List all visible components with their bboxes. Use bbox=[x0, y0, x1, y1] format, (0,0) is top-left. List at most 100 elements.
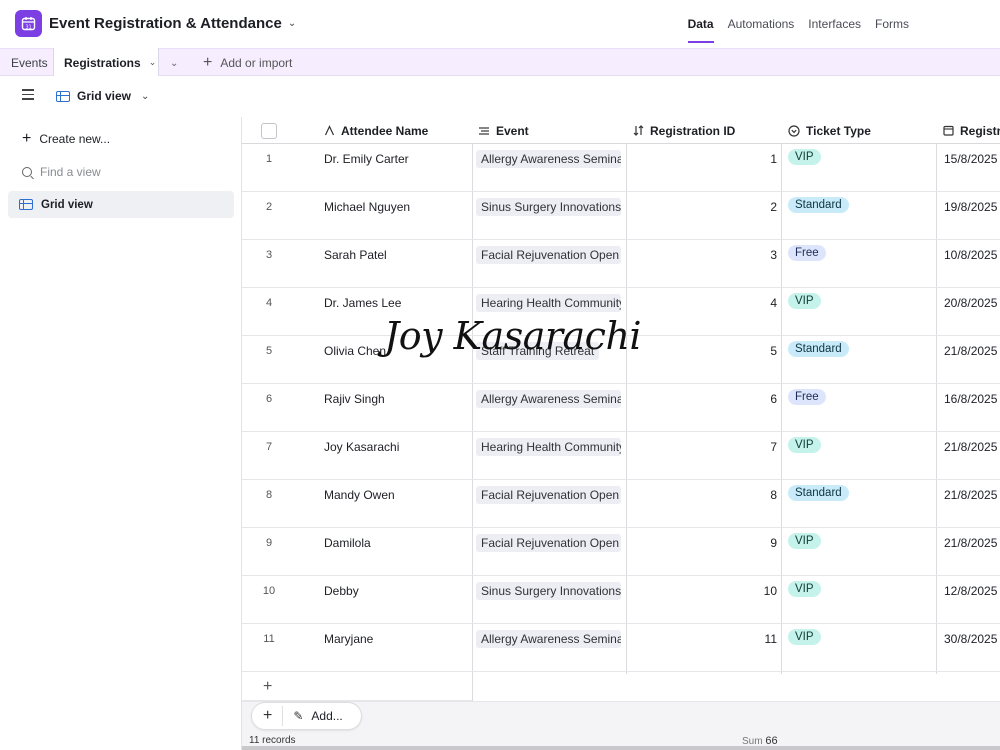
registration-date-cell[interactable]: 21/8/2025 bbox=[944, 480, 1000, 527]
table-row[interactable]: 9 Damilola Facial Rejuvenation Open Ho 9 VIP… bbox=[242, 528, 1000, 576]
registration-date-cell[interactable]: 21/8/2025 bbox=[944, 528, 1000, 575]
registration-id-cell[interactable]: 7 bbox=[628, 432, 777, 479]
column-header-event[interactable]: Event bbox=[478, 117, 529, 144]
attendee-name-cell[interactable]: Dr. James Lee bbox=[324, 288, 469, 335]
linked-event-chip[interactable]: Hearing Health Community D bbox=[476, 294, 621, 312]
create-new-view-button[interactable]: + Create new... bbox=[22, 131, 110, 147]
event-cell[interactable]: Staff Training Retreat bbox=[476, 336, 626, 383]
attendee-name-cell[interactable]: Damilola bbox=[324, 528, 469, 575]
table-row[interactable]: 1 Dr. Emily Carter Allergy Awareness Semin… bbox=[242, 144, 1000, 192]
table-row[interactable]: 2 Michael Nguyen Sinus Surgery Innovations… bbox=[242, 192, 1000, 240]
column-header-registration-id[interactable]: Registration ID bbox=[633, 117, 735, 144]
event-cell[interactable]: Facial Rejuvenation Open Ho bbox=[476, 480, 626, 527]
more-tables-chevron-icon[interactable]: ⌄ bbox=[170, 49, 178, 77]
base-title[interactable]: Event Registration & Attendance ⌄ bbox=[49, 15, 296, 32]
event-cell[interactable]: Sinus Surgery Innovations Wo bbox=[476, 192, 626, 239]
registration-date-cell[interactable]: 15/8/2025 bbox=[944, 144, 1000, 191]
attendee-name-cell[interactable]: Joy Kasarachi bbox=[324, 432, 469, 479]
registration-id-cell[interactable]: 1 bbox=[628, 144, 777, 191]
registration-date-cell[interactable]: 12/8/2025 bbox=[944, 576, 1000, 623]
table-row[interactable]: 11 Maryjane Allergy Awareness Seminar 11 VIP… bbox=[242, 624, 1000, 672]
linked-event-chip[interactable]: Facial Rejuvenation Open Ho bbox=[476, 486, 621, 504]
nav-forms[interactable]: Forms bbox=[875, 17, 909, 43]
column-header-ticket-type[interactable]: Ticket Type bbox=[788, 117, 871, 144]
event-cell[interactable]: Allergy Awareness Seminar bbox=[476, 384, 626, 431]
tab-events[interactable]: Events bbox=[11, 49, 48, 77]
linked-event-chip[interactable]: Sinus Surgery Innovations Wo bbox=[476, 198, 621, 216]
attendee-name-cell[interactable]: Sarah Patel bbox=[324, 240, 469, 287]
registration-date-cell[interactable]: 10/8/2025 bbox=[944, 240, 1000, 287]
column-header-registration-date[interactable]: Registra bbox=[943, 117, 1000, 144]
nav-interfaces[interactable]: Interfaces bbox=[808, 17, 861, 43]
registration-id-cell[interactable]: 5 bbox=[628, 336, 777, 383]
linked-event-chip[interactable]: Allergy Awareness Seminar bbox=[476, 150, 621, 168]
attendee-name-cell[interactable]: Dr. Emily Carter bbox=[324, 144, 469, 191]
add-record-button[interactable]: + ✎ Add... bbox=[251, 702, 362, 730]
linked-event-chip[interactable]: Allergy Awareness Seminar bbox=[476, 630, 621, 648]
nav-data[interactable]: Data bbox=[687, 17, 714, 43]
hamburger-menu-icon[interactable] bbox=[22, 89, 34, 100]
table-row[interactable]: 5 Olivia Chen Staff Training Retreat 5 Stand… bbox=[242, 336, 1000, 384]
attendee-name-cell[interactable]: Rajiv Singh bbox=[324, 384, 469, 431]
registration-id-cell[interactable]: 10 bbox=[628, 576, 777, 623]
ticket-type-cell[interactable]: VIP bbox=[788, 144, 936, 191]
table-row[interactable]: 6 Rajiv Singh Allergy Awareness Seminar 6 Fr… bbox=[242, 384, 1000, 432]
linked-event-chip[interactable]: Hearing Health Community D bbox=[476, 438, 621, 456]
find-view-input[interactable] bbox=[40, 165, 210, 179]
event-cell[interactable]: Facial Rejuvenation Open Ho bbox=[476, 528, 626, 575]
ticket-type-cell[interactable]: Free bbox=[788, 240, 936, 287]
plus-icon[interactable]: + bbox=[263, 678, 272, 696]
ticket-type-cell[interactable]: VIP bbox=[788, 528, 936, 575]
registration-id-cell[interactable]: 9 bbox=[628, 528, 777, 575]
registration-date-cell[interactable]: 20/8/2025 bbox=[944, 288, 1000, 335]
checkbox[interactable] bbox=[261, 122, 277, 139]
registration-id-cell[interactable]: 8 bbox=[628, 480, 777, 527]
registration-id-cell[interactable]: 2 bbox=[628, 192, 777, 239]
registration-date-cell[interactable]: 19/8/2025 bbox=[944, 192, 1000, 239]
linked-event-chip[interactable]: Facial Rejuvenation Open Ho bbox=[476, 534, 621, 552]
sidebar-item-grid-view[interactable]: Grid view bbox=[8, 191, 234, 218]
ticket-type-cell[interactable]: Standard bbox=[788, 336, 936, 383]
chevron-down-icon[interactable]: ⌄ bbox=[149, 57, 157, 68]
table-row[interactable]: 7 Joy Kasarachi Hearing Health Community D… bbox=[242, 432, 1000, 480]
registration-date-cell[interactable]: 16/8/2025 bbox=[944, 384, 1000, 431]
column-header-attendee-name[interactable]: Attendee Name bbox=[324, 117, 428, 144]
registration-id-cell[interactable]: 6 bbox=[628, 384, 777, 431]
nav-automations[interactable]: Automations bbox=[728, 17, 795, 43]
linked-event-chip[interactable]: Allergy Awareness Seminar bbox=[476, 390, 621, 408]
event-cell[interactable]: Hearing Health Community D bbox=[476, 432, 626, 479]
ticket-type-cell[interactable]: Free bbox=[788, 384, 936, 431]
ticket-type-cell[interactable]: Standard bbox=[788, 192, 936, 239]
registration-date-cell[interactable]: 21/8/2025 bbox=[944, 432, 1000, 479]
event-cell[interactable]: Hearing Health Community D bbox=[476, 288, 626, 335]
calendar-app-icon[interactable]: 31 bbox=[15, 10, 42, 37]
attendee-name-cell[interactable]: Mandy Owen bbox=[324, 480, 469, 527]
linked-event-chip[interactable]: Sinus Surgery Innovations Wo bbox=[476, 582, 621, 600]
select-all-checkbox[interactable] bbox=[261, 117, 277, 144]
ticket-type-cell[interactable]: Standard bbox=[788, 480, 936, 527]
add-record-row[interactable]: + bbox=[242, 674, 472, 701]
add-or-import-button[interactable]: + Add or import bbox=[203, 49, 292, 77]
registration-id-cell[interactable]: 3 bbox=[628, 240, 777, 287]
event-cell[interactable]: Sinus Surgery Innovations Wo bbox=[476, 576, 626, 623]
attendee-name-cell[interactable]: Olivia Chen bbox=[324, 336, 469, 383]
attendee-name-cell[interactable]: Michael Nguyen bbox=[324, 192, 469, 239]
attendee-name-cell[interactable]: Maryjane bbox=[324, 624, 469, 671]
ticket-type-cell[interactable]: VIP bbox=[788, 624, 936, 671]
linked-event-chip[interactable]: Facial Rejuvenation Open Ho bbox=[476, 246, 621, 264]
table-row[interactable]: 3 Sarah Patel Facial Rejuvenation Open Ho 3… bbox=[242, 240, 1000, 288]
ticket-type-cell[interactable]: VIP bbox=[788, 432, 936, 479]
registration-date-cell[interactable]: 21/8/2025 bbox=[944, 336, 1000, 383]
ticket-type-cell[interactable]: VIP bbox=[788, 576, 936, 623]
registration-id-cell[interactable]: 4 bbox=[628, 288, 777, 335]
event-cell[interactable]: Facial Rejuvenation Open Ho bbox=[476, 240, 626, 287]
registration-id-cell[interactable]: 11 bbox=[628, 624, 777, 671]
table-row[interactable]: 10 Debby Sinus Surgery Innovations Wo 10 VIP… bbox=[242, 576, 1000, 624]
attendee-name-cell[interactable]: Debby bbox=[324, 576, 469, 623]
registration-date-cell[interactable]: 30/8/2025 bbox=[944, 624, 1000, 671]
event-cell[interactable]: Allergy Awareness Seminar bbox=[476, 624, 626, 671]
ticket-type-cell[interactable]: VIP bbox=[788, 288, 936, 335]
tab-registrations[interactable]: Registrations ⌄ bbox=[53, 48, 159, 77]
table-row[interactable]: 8Mandy OwenFacial Rejuvenation Open Ho8S… bbox=[242, 480, 1000, 528]
event-cell[interactable]: Allergy Awareness Seminar bbox=[476, 144, 626, 191]
